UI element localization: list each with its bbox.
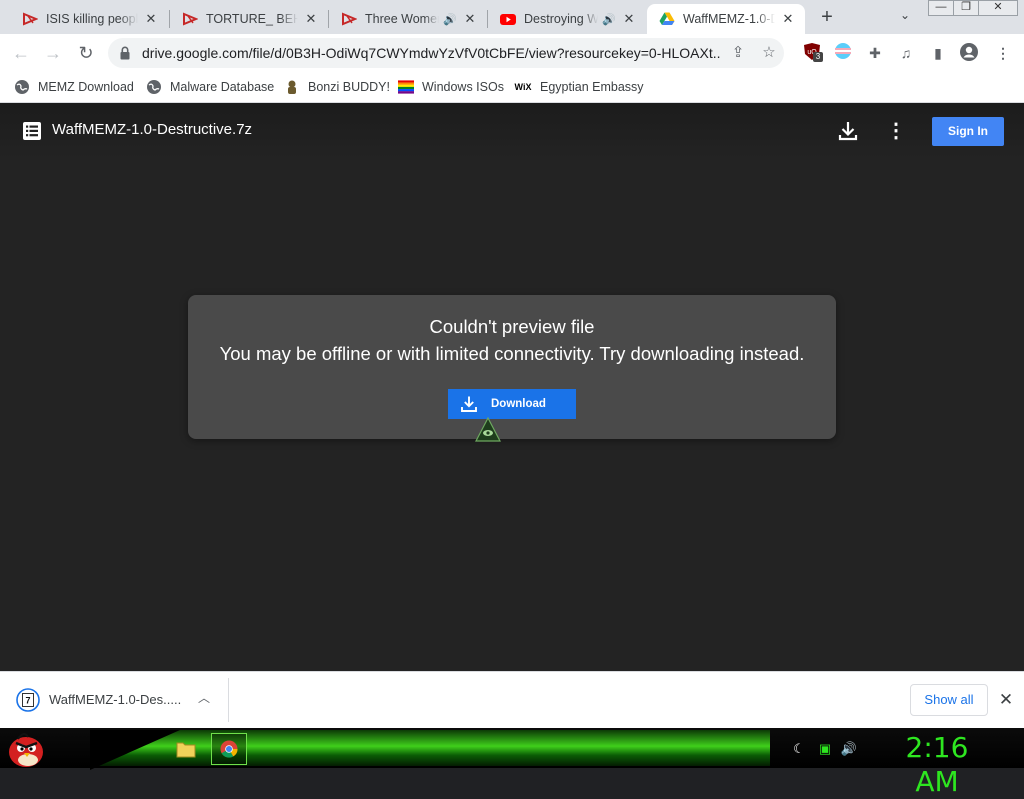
bookmark-star-icon[interactable]: ☆ — [759, 43, 779, 63]
bookmark-memz-download[interactable]: MEMZ Download — [14, 76, 134, 98]
bookmark-malware-database[interactable]: Malware Database — [146, 76, 274, 98]
speaker-icon[interactable]: 🔊 — [602, 13, 616, 26]
bookmark-label: Windows ISOs — [422, 80, 504, 94]
taskbar — [0, 728, 1024, 770]
tab-title: WaffMEMZ-1.0-D — [683, 12, 775, 26]
red-triangle-logo-icon — [341, 11, 357, 27]
bookmarks-bar: MEMZ Download Malware Database Bonzi BUD… — [0, 72, 1024, 103]
volume-icon[interactable]: 🔊 — [840, 740, 858, 758]
tab-torture[interactable]: TORTURE_ BEHEA ✕ — [170, 4, 328, 34]
tab-isis[interactable]: ISIS killing people ✕ — [10, 4, 168, 34]
ublock-extension-icon[interactable]: uO 3 — [801, 42, 823, 64]
archive-file-icon[interactable]: 7 — [16, 688, 40, 712]
shelf-divider — [228, 678, 229, 722]
lock-icon[interactable] — [120, 46, 130, 60]
bookmark-label: Bonzi BUDDY! — [308, 80, 390, 94]
close-tab-icon[interactable]: ✕ — [302, 10, 320, 28]
browser-menu-icon[interactable]: ⋮ — [992, 42, 1014, 64]
preview-error-title: Couldn't preview file — [429, 316, 595, 337]
preview-error-dialog: Couldn't preview file You may be offline… — [188, 295, 836, 439]
url-text[interactable]: drive.google.com/file/d/0B3H-OdiWq7CWYmd… — [142, 38, 720, 68]
globe-icon — [14, 79, 30, 95]
back-arrow-icon[interactable]: ← — [8, 40, 34, 66]
close-tab-icon[interactable]: ✕ — [142, 10, 160, 28]
bookmark-label: MEMZ Download — [38, 80, 134, 94]
extension-badge: 3 — [813, 52, 823, 62]
google-drive-logo-icon — [659, 11, 675, 27]
minimize-button[interactable]: — — [928, 0, 954, 16]
tab-strip: ISIS killing people ✕ TORTURE_ BEHEA ✕ T… — [0, 0, 1024, 34]
media-control-icon[interactable]: ♫ — [895, 42, 917, 64]
download-icon — [461, 396, 477, 412]
bookmark-egyptian-embassy[interactable]: WiX Egyptian Embassy — [514, 76, 644, 98]
bookmark-label: Malware Database — [170, 80, 275, 94]
bookmark-bonzi-buddy[interactable]: Bonzi BUDDY! — [284, 76, 390, 98]
reload-icon[interactable]: ↻ — [73, 40, 99, 66]
tab-title: Three Women — [365, 12, 439, 26]
side-panel-icon[interactable]: ▮ — [927, 42, 949, 64]
bookmark-label: Egyptian Embassy — [540, 80, 644, 94]
taskbar-band-edge — [90, 730, 180, 770]
bookmark-windows-isos[interactable]: Windows ISOs — [398, 76, 504, 98]
red-triangle-logo-icon — [22, 11, 38, 27]
download-button-label: Download — [491, 398, 546, 410]
extensions-puzzle-icon[interactable]: ✚ — [864, 42, 886, 64]
download-button[interactable]: Download — [448, 389, 576, 419]
chrome-logo-icon — [220, 740, 238, 758]
close-tab-icon[interactable]: ✕ — [779, 10, 797, 28]
speaker-icon[interactable]: 🔊 — [443, 13, 457, 26]
restore-button[interactable]: ❐ — [953, 0, 979, 16]
new-tab-button[interactable]: + — [814, 6, 840, 30]
tab-three-women[interactable]: Three Women 🔊 ✕ — [329, 4, 487, 34]
folder-icon[interactable] — [176, 740, 196, 758]
bonzi-icon — [284, 79, 300, 95]
pride-extension-icon[interactable] — [832, 42, 854, 64]
svg-text:7: 7 — [25, 696, 30, 706]
taskbar-clock[interactable]: 2:16 AM — [882, 731, 992, 798]
angry-bird-start-button[interactable] — [6, 728, 46, 768]
preview-error-message: You may be offline or with limited conne… — [219, 343, 805, 364]
tray-app-icon[interactable]: ☾ — [790, 740, 808, 758]
wix-icon: WiX — [514, 82, 532, 92]
close-shelf-icon[interactable]: ✕ — [996, 690, 1016, 710]
tab-title: TORTURE_ BEHEA — [206, 12, 298, 26]
close-tab-icon[interactable]: ✕ — [461, 10, 479, 28]
tab-search-chevron-icon[interactable]: ⌄ — [894, 8, 916, 28]
more-options-icon[interactable]: ⋮ — [884, 119, 908, 143]
tab-destroying[interactable]: Destroying W 🔊 ✕ — [488, 4, 646, 34]
sign-in-button[interactable]: Sign In — [932, 117, 1004, 146]
battery-icon[interactable]: ▣ — [816, 740, 834, 758]
eye-triangle-cursor-icon — [475, 416, 501, 442]
file-list-icon — [23, 122, 41, 140]
download-item-name[interactable]: WaffMEMZ-1.0-Des..... — [49, 692, 181, 707]
chrome-taskbar-button[interactable] — [211, 733, 247, 765]
file-name: WaffMEMZ-1.0-Destructive.7z — [52, 121, 253, 138]
profile-avatar-icon[interactable] — [958, 42, 980, 64]
close-tab-icon[interactable]: ✕ — [620, 10, 638, 28]
drive-file-viewer: WaffMEMZ-1.0-Destructive.7z ⋮ Sign In Co… — [0, 103, 1024, 671]
youtube-logo-icon — [500, 11, 516, 27]
address-bar[interactable]: drive.google.com/file/d/0B3H-OdiWq7CWYmd… — [108, 38, 784, 68]
browser-toolbar: ← → ↻ drive.google.com/file/d/0B3H-OdiWq… — [0, 34, 1024, 72]
close-window-button[interactable]: ✕ — [978, 0, 1018, 16]
show-all-button[interactable]: Show all — [910, 684, 988, 716]
download-shelf: 7 WaffMEMZ-1.0-Des..... ︿ Show all ✕ — [0, 671, 1024, 728]
red-triangle-logo-icon — [182, 11, 198, 27]
forward-arrow-icon[interactable]: → — [40, 40, 66, 66]
share-icon[interactable]: ⇪ — [728, 43, 748, 63]
download-icon[interactable] — [836, 119, 860, 143]
tab-waffmemz[interactable]: WaffMEMZ-1.0-D ✕ — [647, 4, 805, 34]
rainbow-flag-icon — [398, 79, 414, 95]
tab-title: Destroying W — [524, 12, 598, 26]
globe-icon — [146, 79, 162, 95]
viewer-header: WaffMEMZ-1.0-Destructive.7z ⋮ Sign In — [0, 103, 1024, 159]
chevron-up-icon[interactable]: ︿ — [196, 690, 212, 706]
tab-title: ISIS killing people — [46, 12, 138, 26]
